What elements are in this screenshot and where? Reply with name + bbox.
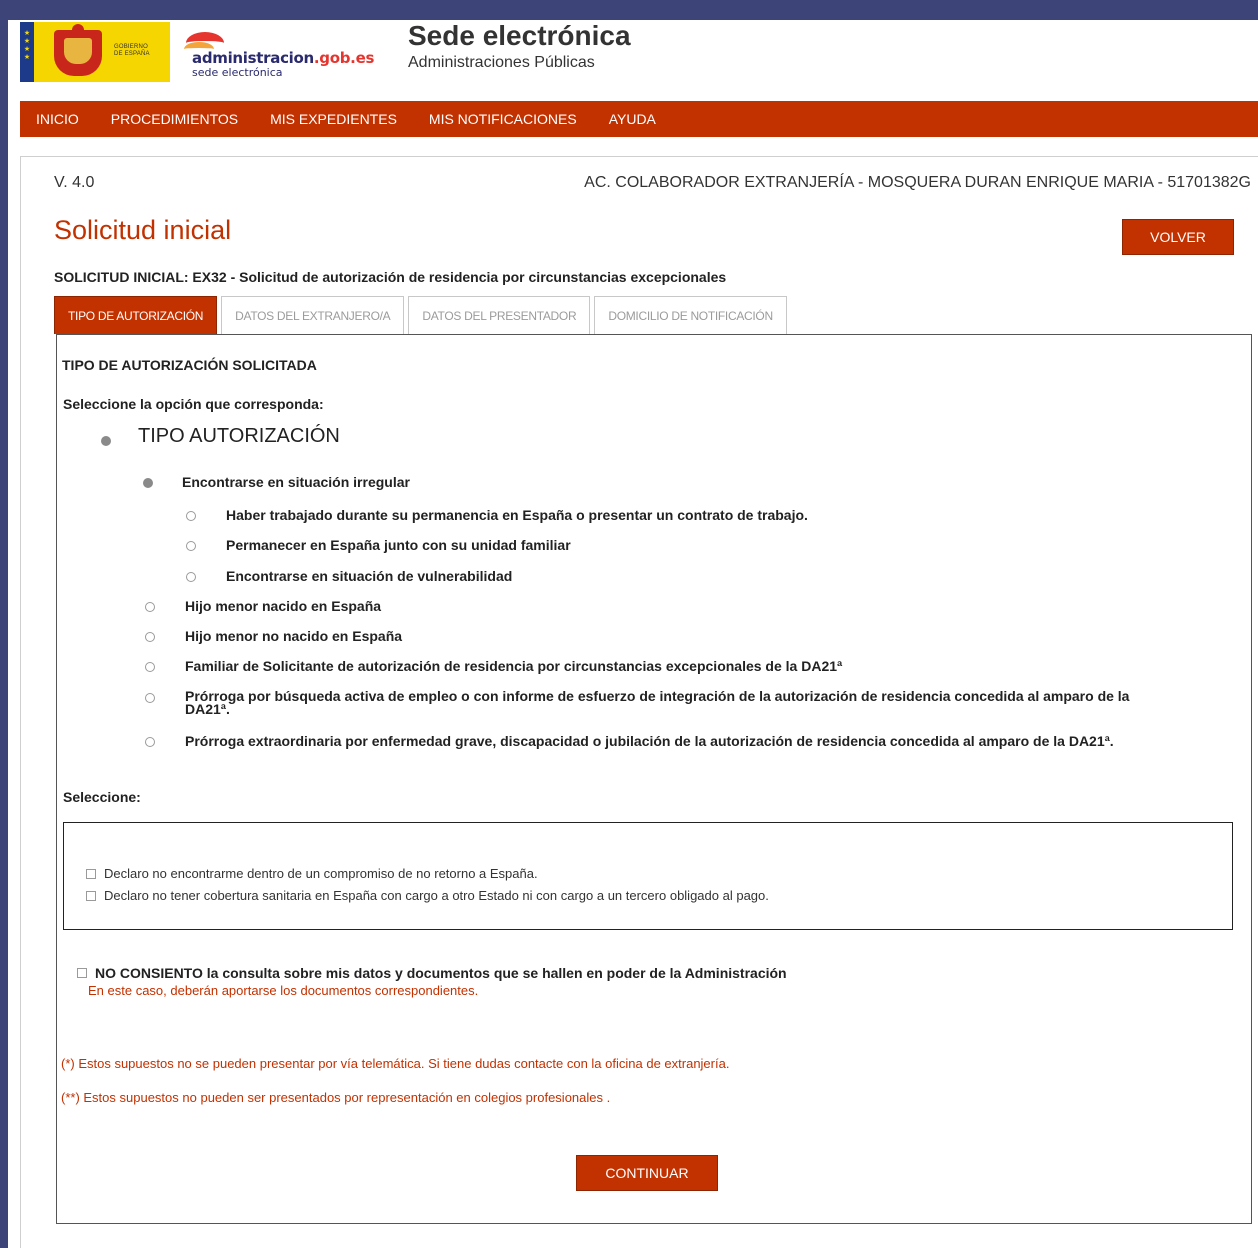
radio-option-trabajado[interactable]: Haber trabajado durante su permanencia e… bbox=[186, 508, 808, 522]
volver-button[interactable]: VOLVER bbox=[1122, 219, 1234, 255]
option-label: Prórroga por búsqueda activa de empleo o… bbox=[185, 688, 1130, 717]
coat-of-arms-icon bbox=[54, 24, 102, 76]
gobierno-label: GOBIERNO bbox=[114, 44, 148, 50]
radio-option-prorroga-empleo[interactable]: Prórroga por búsqueda activa de empleo o… bbox=[145, 688, 1155, 717]
group-title-text: TIPO AUTORIZACIÓN bbox=[138, 425, 340, 447]
option-label: Hijo menor no nacido en España bbox=[185, 628, 403, 644]
eu-flag-icon: ★ ★ ★ ★ bbox=[20, 22, 34, 82]
window-frame-top bbox=[0, 0, 1258, 20]
radio-button[interactable] bbox=[145, 602, 155, 612]
consent-block: NO CONSIENTO la consulta sobre mis datos… bbox=[77, 965, 787, 998]
radio-option-hijo-no-nacido[interactable]: Hijo menor no nacido en España bbox=[145, 629, 402, 643]
admin-logo-sub: sede electrónica bbox=[192, 66, 283, 79]
tab-panel: TIPO DE AUTORIZACIÓN SOLICITADA Seleccio… bbox=[56, 334, 1252, 1224]
continuar-button[interactable]: CONTINUAR bbox=[576, 1155, 718, 1191]
radio-option-hijo-nacido[interactable]: Hijo menor nacido en España bbox=[145, 599, 381, 613]
admin-logo-name: administracion.gob.es bbox=[192, 49, 374, 67]
tab-tipo-autorizacion[interactable]: TIPO DE AUTORIZACIÓN bbox=[54, 296, 218, 334]
radio-bullet-icon bbox=[143, 478, 153, 488]
consent-checkbox-row[interactable]: NO CONSIENTO la consulta sobre mis datos… bbox=[77, 965, 787, 981]
gobierno-logo[interactable]: ★ ★ ★ ★ GOBIERNO DE ESPAÑA bbox=[20, 22, 170, 82]
option-label: Encontrarse en situación de vulnerabilid… bbox=[226, 568, 513, 584]
tab-datos-presentador[interactable]: DATOS DEL PRESENTADOR bbox=[408, 296, 591, 334]
radio-option-vulnerabilidad[interactable]: Encontrarse en situación de vulnerabilid… bbox=[186, 569, 512, 583]
main-content: V. 4.0 AC. COLABORADOR EXTRANJERÍA - MOS… bbox=[20, 156, 1258, 1248]
declaration-cobertura-sanitaria[interactable]: Declaro no tener cobertura sanitaria en … bbox=[86, 888, 769, 903]
form-tabs: TIPO DE AUTORIZACIÓN DATOS DEL EXTRANJER… bbox=[54, 296, 787, 334]
radio-button[interactable] bbox=[145, 693, 155, 703]
user-info: AC. COLABORADOR EXTRANJERÍA - MOSQUERA D… bbox=[584, 174, 1251, 191]
site-header: ★ ★ ★ ★ GOBIERNO DE ESPAÑA administracion.g… bbox=[20, 20, 1258, 102]
group-title: TIPO AUTORIZACIÓN bbox=[101, 425, 340, 447]
tab-datos-extranjero[interactable]: DATOS DEL EXTRANJERO/A bbox=[221, 296, 405, 334]
bullet-icon bbox=[101, 436, 111, 446]
nav-item-mis-notificaciones[interactable]: MIS NOTIFICACIONES bbox=[413, 101, 593, 137]
main-nav: INICIO PROCEDIMIENTOS MIS EXPEDIENTES MI… bbox=[20, 101, 1258, 137]
nav-item-mis-expedientes[interactable]: MIS EXPEDIENTES bbox=[254, 101, 413, 137]
admin-logo-domain: .gob.es bbox=[313, 49, 375, 67]
nav-item-inicio[interactable]: INICIO bbox=[20, 101, 95, 137]
page-title: Solicitud inicial bbox=[54, 215, 232, 245]
window-frame-left bbox=[0, 0, 8, 1248]
administracion-logo[interactable]: administracion.gob.es sede electrónica bbox=[172, 22, 390, 82]
option-label: Hijo menor nacido en España bbox=[185, 598, 382, 614]
radio-button[interactable] bbox=[186, 572, 196, 582]
radio-button[interactable] bbox=[145, 632, 155, 642]
section-title: TIPO DE AUTORIZACIÓN SOLICITADA bbox=[62, 357, 317, 373]
gobierno-logo-text: GOBIERNO DE ESPAÑA bbox=[114, 44, 150, 58]
select-label: Seleccione: bbox=[63, 789, 141, 805]
checkbox[interactable] bbox=[86, 890, 96, 901]
page: ★ ★ ★ ★ GOBIERNO DE ESPAÑA administracion.g… bbox=[8, 20, 1258, 1248]
tab-domicilio-notificacion[interactable]: DOMICILIO DE NOTIFICACIÓN bbox=[594, 296, 787, 334]
consent-label: NO CONSIENTO la consulta sobre mis datos… bbox=[95, 965, 787, 981]
option-label: Haber trabajado durante su permanencia e… bbox=[226, 507, 808, 523]
radio-button[interactable] bbox=[145, 662, 155, 672]
checkbox-label: Declaro no tener cobertura sanitaria en … bbox=[104, 888, 769, 903]
declaration-no-retorno[interactable]: Declaro no encontrarme dentro de un comp… bbox=[86, 866, 538, 881]
declarations-box: Declaro no encontrarme dentro de un comp… bbox=[63, 822, 1233, 930]
consent-checkbox[interactable] bbox=[77, 968, 87, 978]
checkbox[interactable] bbox=[86, 868, 96, 879]
radio-option-familiar-da21[interactable]: Familiar de Solicitante de autorización … bbox=[145, 659, 842, 673]
nav-item-ayuda[interactable]: AYUDA bbox=[593, 101, 672, 137]
procedure-subtitle: SOLICITUD INICIAL: EX32 - Solicitud de a… bbox=[54, 269, 727, 285]
footnote-colegios: (**) Estos supuestos no pueden ser prese… bbox=[61, 1090, 611, 1105]
instruction-text: Seleccione la opción que corresponda: bbox=[63, 396, 324, 412]
option-irregular[interactable]: Encontrarse en situación irregular bbox=[143, 475, 410, 489]
radio-option-unidad-familiar[interactable]: Permanecer en España junto con su unidad… bbox=[186, 538, 571, 552]
espana-label: DE ESPAÑA bbox=[114, 51, 150, 57]
site-title: Sede electrónica bbox=[408, 20, 631, 51]
radio-button[interactable] bbox=[186, 541, 196, 551]
nav-item-procedimientos[interactable]: PROCEDIMIENTOS bbox=[95, 101, 254, 137]
option-label: Prórroga extraordinaria por enfermedad g… bbox=[185, 733, 1114, 749]
option-label: Familiar de Solicitante de autorización … bbox=[185, 658, 843, 674]
option-label: Encontrarse en situación irregular bbox=[182, 474, 410, 490]
admin-logo-main: administracion bbox=[192, 49, 314, 67]
checkbox-label: Declaro no encontrarme dentro de un comp… bbox=[104, 866, 538, 881]
option-label: Permanecer en España junto con su unidad… bbox=[226, 537, 571, 553]
consent-note: En este caso, deberán aportarse los docu… bbox=[88, 983, 479, 998]
radio-button[interactable] bbox=[186, 511, 196, 521]
footnote-telematica: (*) Estos supuestos no se pueden present… bbox=[61, 1056, 730, 1071]
radio-option-prorroga-extraordinaria[interactable]: Prórroga extraordinaria por enfermedad g… bbox=[145, 734, 1114, 748]
radio-button[interactable] bbox=[145, 737, 155, 747]
version-label: V. 4.0 bbox=[54, 174, 95, 191]
site-subtitle: Administraciones Públicas bbox=[408, 54, 595, 71]
